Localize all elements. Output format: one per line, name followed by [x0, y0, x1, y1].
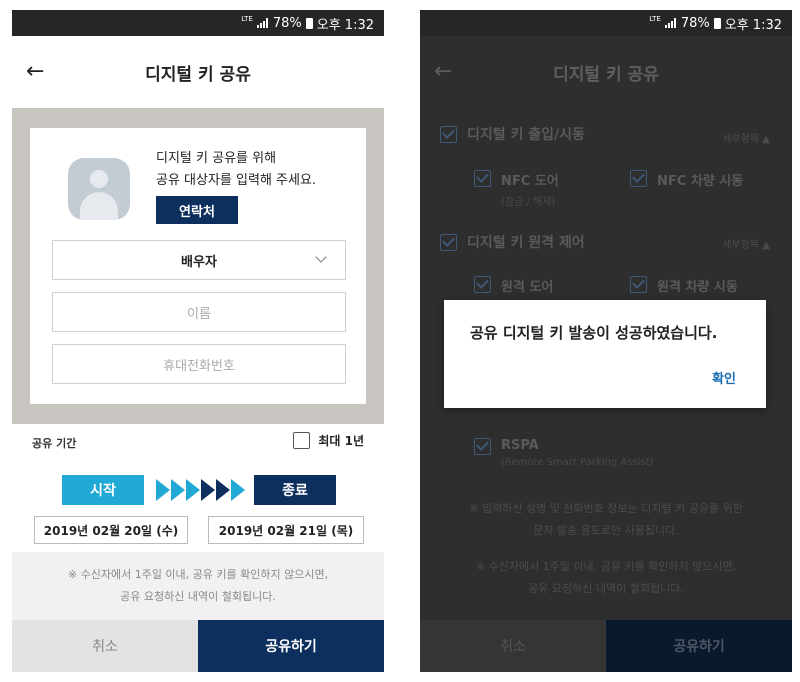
privacy-info: ※ 입력하신 성명 및 전화번호 정보는 디지털 키 공유를 위한 문자 발송 … — [420, 498, 792, 542]
cancel-button[interactable]: 취소 — [12, 620, 198, 672]
avatar-icon — [68, 158, 130, 220]
withdrawal-notice: ※ 수신자에서 1주일 이내, 공유 키를 확인하지 않으시면, 공유 요청하신… — [12, 552, 384, 620]
status-bar: LTE 78% 오후 1:32 — [420, 10, 792, 36]
max-period-label: 최대 1년 — [318, 434, 364, 448]
section-access-detail-toggle[interactable]: 세부항목 ▲ — [722, 130, 770, 145]
dialog-message: 공유 디지털 키 발송이 성공하였습니다. — [470, 324, 718, 342]
name-placeholder: 이름 — [187, 306, 211, 322]
checkbox-checked-icon — [440, 125, 457, 143]
checkbox-checked-icon — [630, 170, 647, 187]
guide-text: 디지털 키 공유를 위해 공유 대상자를 입력해 주세요. — [156, 148, 356, 192]
status-bar: LTE 78% 오후 1:32 — [12, 10, 384, 36]
start-date-field[interactable]: 2019년 02월 20일 (수) — [34, 516, 188, 544]
relation-select[interactable]: 배우자 — [52, 240, 346, 280]
contacts-button[interactable]: 연락처 — [156, 196, 238, 224]
remote-door-label: 원격 도어 — [501, 280, 554, 295]
nfc-start-option[interactable]: NFC 차량 시동 — [630, 170, 743, 189]
battery-level: 78% — [272, 15, 302, 31]
battery-level: 78% — [680, 15, 710, 31]
phone-number-input[interactable]: 휴대전화번호 — [52, 344, 346, 384]
start-date-button[interactable]: 시작 — [62, 475, 144, 505]
app-bar: ← 디지털 키 공유 — [420, 36, 792, 108]
checkbox-checked-icon — [474, 276, 491, 293]
guide-line-2: 공유 대상자를 입력해 주세요. — [156, 173, 317, 188]
notice-line-2: 공유 요청하신 내역이 철회됩니다. — [528, 582, 684, 595]
notice-line-1: ※ 수신자에서 1주일 이내, 공유 키를 확인하지 않으시면, — [475, 560, 737, 573]
checkbox-checked-icon — [440, 233, 457, 251]
nfc-door-label: NFC 도어 — [501, 174, 559, 189]
network-indicator: LTE — [241, 15, 253, 23]
period-label: 공유 기간 — [32, 437, 77, 450]
remote-door-option[interactable]: 원격 도어 — [474, 276, 553, 295]
battery-icon — [713, 17, 721, 29]
notice-line-2: 공유 요청하신 내역이 철회됩니다. — [120, 590, 276, 603]
nfc-door-caption: (잠금 / 해제) — [501, 197, 556, 208]
remote-start-label: 원격 차량 시동 — [657, 280, 738, 295]
relation-value: 배우자 — [181, 254, 217, 270]
checkbox-checked-icon — [474, 438, 491, 455]
rspa-label: RSPA — [501, 438, 539, 453]
clock: 오후 1:32 — [724, 17, 782, 33]
signal-icon — [256, 18, 269, 28]
end-date-field[interactable]: 2019년 02월 21일 (목) — [208, 516, 364, 544]
share-button[interactable]: 공유하기 — [198, 620, 384, 672]
info-line-2: 문자 발송 용도로만 사용됩니다. — [533, 524, 679, 537]
section-remote-detail-toggle[interactable]: 세부항목 ▲ — [722, 236, 770, 251]
network-indicator: LTE — [649, 15, 661, 23]
checkbox-checked-icon — [630, 276, 647, 293]
share-button[interactable]: 공유하기 — [606, 620, 792, 672]
checkbox-icon — [293, 432, 311, 449]
nfc-door-option[interactable]: NFC 도어 (잠금 / 해제) — [474, 170, 559, 208]
success-dialog: 공유 디지털 키 발송이 성공하였습니다. 확인 — [444, 300, 766, 408]
section-remote-label: 디지털 키 원격 제어 — [467, 235, 585, 251]
rspa-caption: (Remote Smart Parking Assist) — [501, 457, 654, 468]
guide-line-1: 디지털 키 공유를 위해 — [156, 151, 277, 166]
info-line-1: ※ 입력하신 성명 및 전화번호 정보는 디지털 키 공유를 위한 — [469, 502, 743, 515]
nfc-start-label: NFC 차량 시동 — [657, 174, 744, 189]
name-input[interactable]: 이름 — [52, 292, 346, 332]
rspa-option[interactable]: RSPA (Remote Smart Parking Assist) — [474, 438, 653, 468]
chevron-down-icon — [315, 251, 327, 263]
dialog-ok-button[interactable]: 확인 — [712, 368, 736, 387]
checkbox-checked-icon — [474, 170, 491, 187]
page-title: 디지털 키 공유 — [553, 64, 659, 85]
signal-icon — [664, 18, 677, 28]
phone-placeholder: 휴대전화번호 — [163, 358, 235, 374]
clock: 오후 1:32 — [316, 17, 374, 33]
section-access-label: 디지털 키 출입/시동 — [467, 127, 585, 143]
notice-line-1: ※ 수신자에서 1주일 이내, 공유 키를 확인하지 않으시면, — [67, 568, 329, 581]
battery-icon — [305, 17, 313, 29]
back-arrow-icon[interactable]: ← — [26, 58, 54, 86]
share-screen: LTE 78% 오후 1:32 ← 디지털 키 공유 디지털 키 공유를 위해 … — [12, 10, 384, 672]
section-access-start[interactable]: 디지털 키 출입/시동 — [440, 124, 585, 144]
section-remote-control[interactable]: 디지털 키 원격 제어 — [440, 232, 585, 252]
page-title: 디지털 키 공유 — [145, 64, 251, 85]
share-result-screen: LTE 78% 오후 1:32 ← 디지털 키 공유 디지털 키 출입/시동 세… — [420, 10, 792, 672]
cancel-button[interactable]: 취소 — [420, 620, 606, 672]
share-period-row: 공유 기간 최대 1년 — [12, 432, 384, 454]
withdrawal-notice: ※ 수신자에서 1주일 이내, 공유 키를 확인하지 않으시면, 공유 요청하신… — [420, 556, 792, 600]
recipient-card: 디지털 키 공유를 위해 공유 대상자를 입력해 주세요. 연락처 배우자 이름… — [30, 128, 366, 404]
max-period-checkbox[interactable]: 최대 1년 — [293, 432, 364, 449]
back-arrow-icon[interactable]: ← — [434, 58, 462, 86]
period-arrows-icon — [156, 479, 245, 501]
end-date-button[interactable]: 종료 — [254, 475, 336, 505]
app-bar: ← 디지털 키 공유 — [12, 36, 384, 108]
remote-start-option[interactable]: 원격 차량 시동 — [630, 276, 738, 295]
